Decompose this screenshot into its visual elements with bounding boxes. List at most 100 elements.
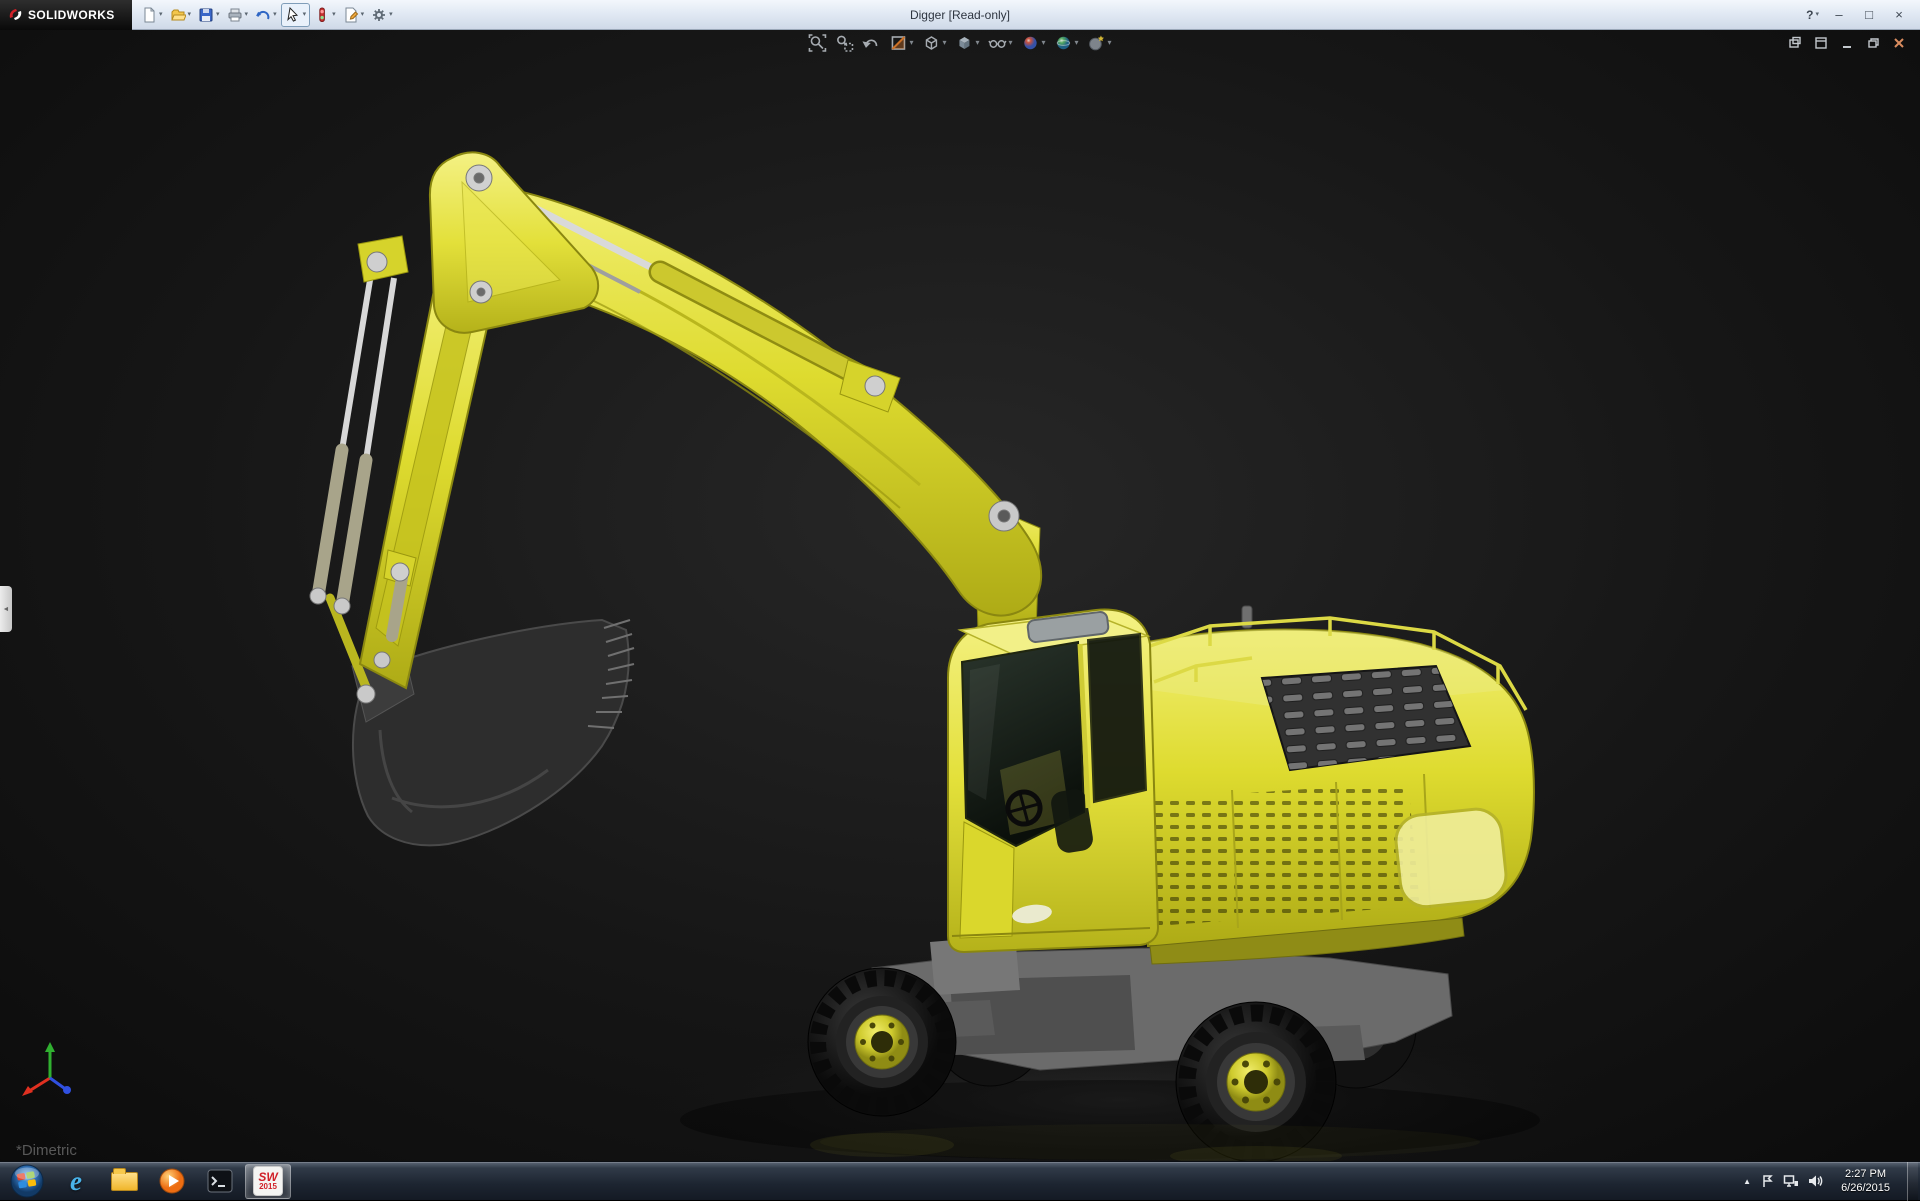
command-prompt-icon: [207, 1169, 233, 1193]
zoom-to-area-button[interactable]: [835, 34, 853, 52]
minimize-button[interactable]: –: [1826, 5, 1852, 25]
graphics-area[interactable]: ▾ ▾ ▾ ▾ ▾ ▾ ▾: [0, 30, 1920, 1161]
engine-housing[interactable]: [1118, 606, 1534, 964]
excavator-model[interactable]: [310, 152, 1534, 1161]
close-button[interactable]: ×: [1886, 5, 1912, 25]
doc-close-icon[interactable]: [1892, 36, 1906, 50]
taskbar-clock[interactable]: 2:27 PM 6/26/2015: [1833, 1167, 1898, 1196]
dropdown-caret: ▾: [188, 11, 192, 18]
headsup-view-toolbar: ▾ ▾ ▾ ▾ ▾ ▾ ▾: [808, 34, 1111, 52]
folder-icon: [111, 1172, 138, 1191]
view-settings-button[interactable]: ▾: [1088, 34, 1112, 52]
taskbar-item-solidworks-2015[interactable]: SW 2015: [245, 1164, 291, 1199]
file-properties-button[interactable]: ▾: [340, 3, 368, 27]
help-button[interactable]: ? ▾: [1803, 3, 1822, 27]
open-button[interactable]: ▾: [167, 3, 195, 27]
action-center-icon[interactable]: [1760, 1174, 1774, 1188]
taskbar-item-command-prompt[interactable]: [197, 1164, 243, 1199]
side-window[interactable]: [1088, 634, 1146, 802]
rear-panel-window[interactable]: [1393, 807, 1508, 910]
view-orientation-icon: [922, 34, 940, 52]
display-style-button[interactable]: ▾: [955, 34, 979, 52]
boom-assembly[interactable]: [310, 152, 1041, 845]
view-settings-icon: [1088, 34, 1106, 52]
cascade-windows-icon[interactable]: [1814, 36, 1828, 50]
dropdown-caret: ▾: [332, 11, 336, 18]
featuremanager-collapsed-tab[interactable]: ◄: [0, 586, 12, 632]
titlebar: SOLIDWORKS ▾ ▾ ▾ ▾ ▾ ▾ ▾: [0, 0, 1920, 30]
edit-appearance-sphere-icon: [1022, 34, 1040, 52]
select-button[interactable]: ▾: [281, 3, 311, 27]
dropdown-caret: ▾: [159, 11, 163, 18]
zoom-to-fit-icon: [808, 34, 826, 52]
dropdown-caret: ▾: [389, 11, 393, 18]
volume-icon[interactable]: [1808, 1174, 1824, 1188]
solidworks-logo-icon: [8, 7, 23, 22]
rebuild-icon: [314, 7, 330, 23]
taskbar: e SW 2015 ▲: [0, 1161, 1920, 1200]
display-style-icon: [955, 34, 973, 52]
solidworks-year: 2015: [259, 1183, 277, 1191]
dropdown-caret: ▾: [303, 11, 307, 18]
hide-show-items-glasses-icon: [988, 34, 1006, 52]
wheel-front[interactable]: [808, 968, 956, 1116]
new-document-icon: [141, 7, 157, 23]
main-toolbar: ▾ ▾ ▾ ▾ ▾ ▾ ▾ ▾: [132, 3, 402, 27]
clock-date: 6/26/2015: [1841, 1181, 1890, 1195]
show-desktop-button[interactable]: [1907, 1162, 1918, 1201]
apply-scene-globe-icon: [1055, 34, 1073, 52]
solidworks-logo-text: SOLIDWORKS: [28, 8, 115, 22]
new-document-button[interactable]: ▾: [138, 3, 166, 27]
new-window-icon[interactable]: [1788, 36, 1802, 50]
zoom-to-fit-button[interactable]: [808, 34, 826, 52]
dropdown-caret: ▾: [942, 39, 946, 47]
save-icon: [198, 7, 214, 23]
options-button[interactable]: ▾: [368, 3, 396, 27]
edit-appearance-button[interactable]: ▾: [1022, 34, 1046, 52]
windows-start-icon: [10, 1164, 44, 1198]
hide-show-items-button[interactable]: ▾: [988, 34, 1012, 52]
network-icon[interactable]: [1783, 1174, 1799, 1188]
options-gear-icon: [371, 7, 387, 23]
dropdown-caret: ▾: [909, 39, 913, 47]
clock-time: 2:27 PM: [1841, 1167, 1890, 1181]
side-panel-vents: [1118, 782, 1420, 928]
section-view-icon: [889, 34, 907, 52]
previous-view-icon: [862, 34, 880, 52]
cab[interactable]: [948, 610, 1158, 952]
dropdown-caret: ▾: [361, 11, 365, 18]
3d-scene[interactable]: [0, 30, 1920, 1161]
undo-button[interactable]: ▾: [252, 3, 280, 27]
titlebar-controls: ? ▾ – □ ×: [1803, 3, 1920, 27]
dropdown-caret: ▾: [1042, 39, 1046, 47]
dropdown-caret: ▾: [245, 11, 249, 18]
dropdown-caret: ▾: [273, 11, 277, 18]
taskbar-item-internet-explorer[interactable]: e: [53, 1164, 99, 1199]
solidworks-logo[interactable]: SOLIDWORKS: [0, 0, 132, 30]
dropdown-caret: ▾: [1075, 39, 1079, 47]
doc-minimize-icon[interactable]: [1840, 36, 1854, 50]
undo-icon: [255, 7, 271, 23]
print-button[interactable]: ▾: [224, 3, 252, 27]
help-icon: ?: [1806, 8, 1813, 22]
section-view-button[interactable]: ▾: [889, 34, 913, 52]
previous-view-button[interactable]: [862, 34, 880, 52]
view-orientation-label: *Dimetric: [16, 1142, 77, 1159]
file-properties-icon: [343, 7, 359, 23]
maximize-button[interactable]: □: [1856, 5, 1882, 25]
start-button[interactable]: [10, 1164, 44, 1198]
taskbar-item-media-player[interactable]: [149, 1164, 195, 1199]
view-orientation-button[interactable]: ▾: [922, 34, 946, 52]
document-window-controls: [1788, 36, 1906, 50]
doc-restore-icon[interactable]: [1866, 36, 1880, 50]
taskbar-item-windows-explorer[interactable]: [101, 1164, 147, 1199]
dropdown-caret: ▾: [1108, 39, 1112, 47]
internet-explorer-icon: e: [70, 1166, 82, 1197]
rebuild-button[interactable]: ▾: [311, 3, 339, 27]
select-cursor-icon: [285, 7, 301, 23]
print-icon: [227, 7, 243, 23]
tray-expand-icon[interactable]: ▲: [1743, 1177, 1751, 1186]
apply-scene-button[interactable]: ▾: [1055, 34, 1079, 52]
dropdown-caret: ▾: [1815, 11, 1819, 18]
save-button[interactable]: ▾: [195, 3, 223, 27]
